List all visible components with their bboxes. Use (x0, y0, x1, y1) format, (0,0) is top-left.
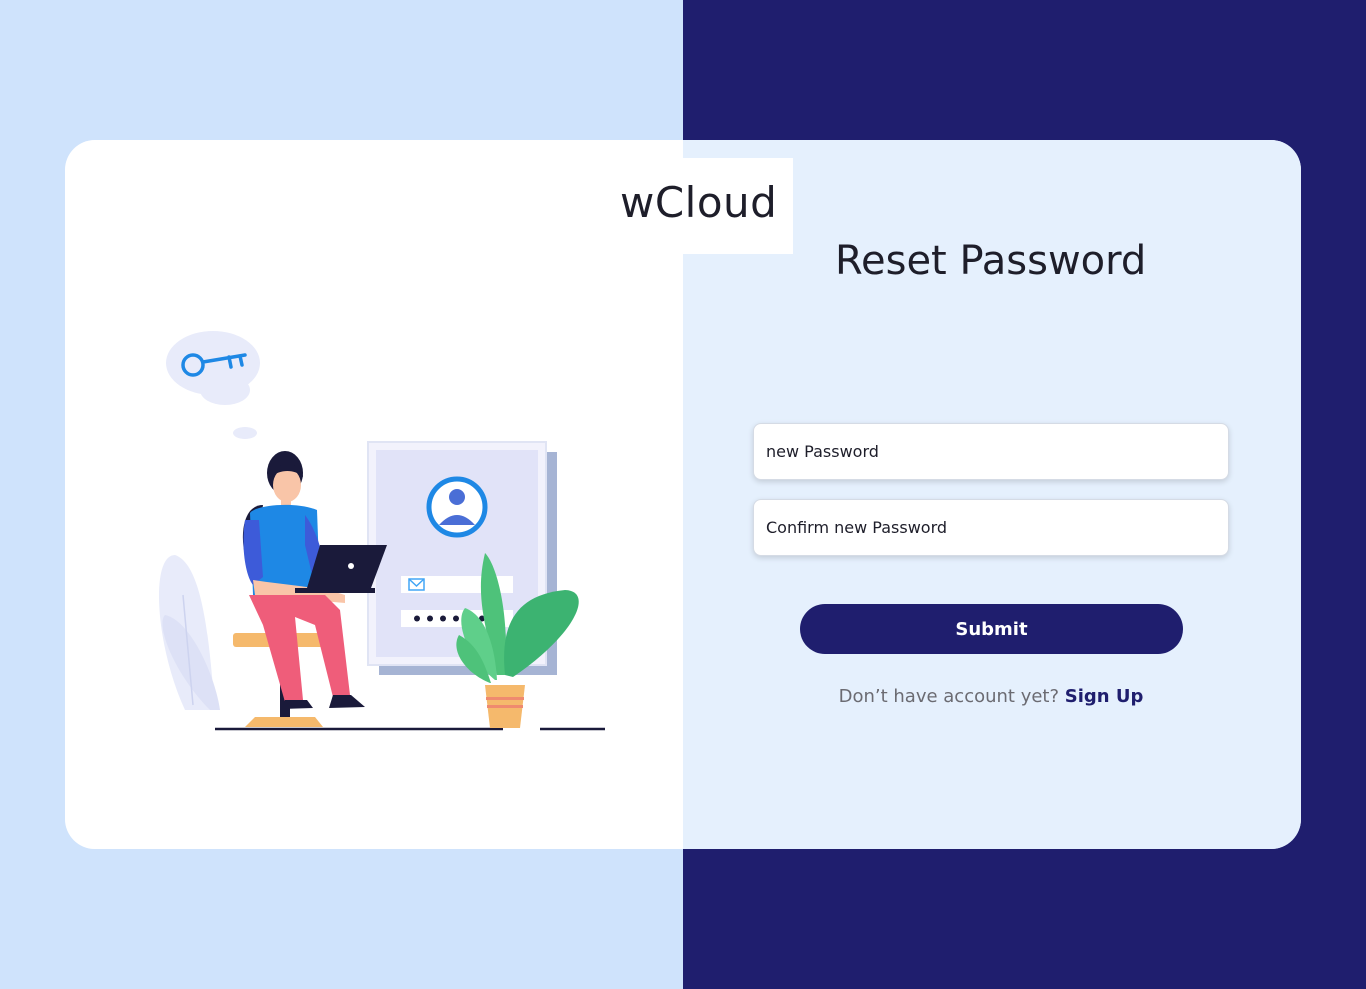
decorative-leaves (158, 555, 220, 710)
reset-card: wCloud Reset Password Submit Don’t have … (65, 140, 1301, 849)
login-illustration (158, 331, 605, 731)
signup-link[interactable]: Sign Up (1065, 686, 1144, 707)
signup-row: Don’t have account yet? Sign Up (753, 686, 1229, 707)
person-with-laptop (242, 451, 387, 709)
page-title: Reset Password (835, 238, 1147, 284)
new-password-input[interactable] (753, 423, 1229, 480)
signup-prompt: Don’t have account yet? (838, 686, 1060, 707)
confirm-password-input[interactable] (753, 499, 1229, 556)
key-thought-bubble (166, 331, 260, 439)
submit-button[interactable]: Submit (800, 604, 1183, 654)
brand-logo-text: wCloud (620, 178, 778, 227)
